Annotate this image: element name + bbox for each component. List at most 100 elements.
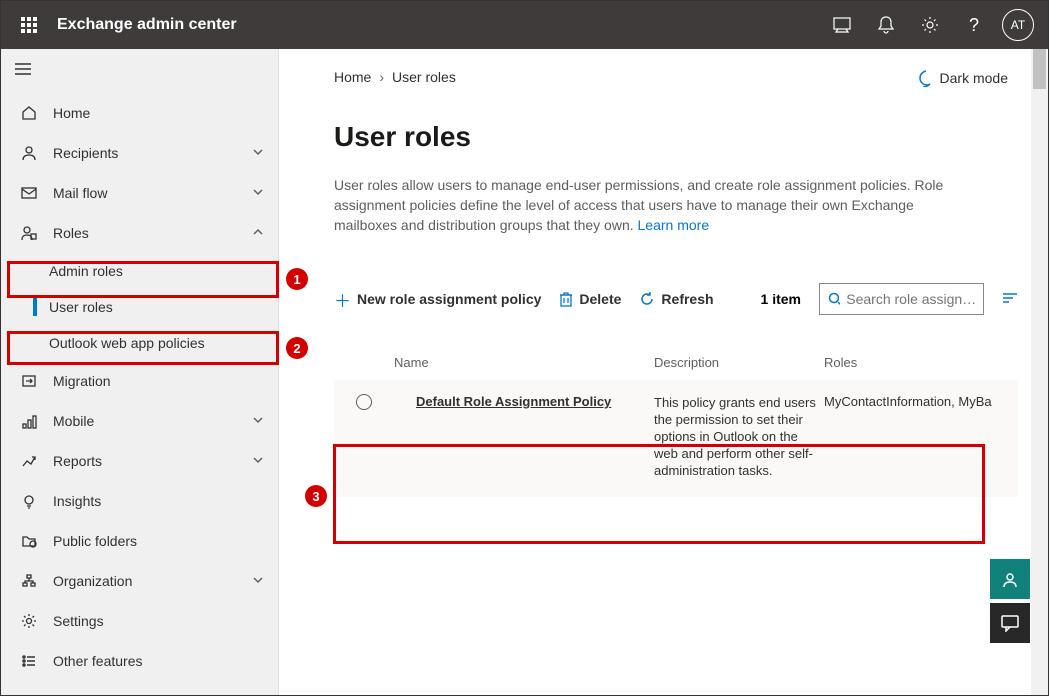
sidebar-label: Migration xyxy=(53,373,111,389)
sidebar-item-home[interactable]: Home xyxy=(1,93,278,133)
sidebar-sub-label: User roles xyxy=(49,299,113,315)
top-bar: Exchange admin center ? AT xyxy=(1,1,1048,49)
sidebar-sub-user-roles[interactable]: User roles xyxy=(1,289,278,325)
sidebar-label: Settings xyxy=(53,613,104,629)
search-box[interactable] xyxy=(819,283,984,315)
chevron-up-icon xyxy=(252,225,264,241)
person-icon xyxy=(19,143,39,163)
sidebar-label: Organization xyxy=(53,573,132,589)
help-icon[interactable]: ? xyxy=(952,3,996,47)
intro-text: User roles allow users to manage end-use… xyxy=(334,175,954,235)
sidebar-sub-admin-roles[interactable]: Admin roles xyxy=(1,253,278,289)
home-icon xyxy=(19,103,39,123)
chevron-right-icon: › xyxy=(379,69,384,85)
sidebar-item-settings[interactable]: Settings xyxy=(1,601,278,641)
sidebar-label: Insights xyxy=(53,493,101,509)
refresh-button[interactable]: Refresh xyxy=(639,291,713,307)
active-indicator xyxy=(33,298,37,316)
scrollbar[interactable] xyxy=(1031,49,1048,695)
sidebar-item-reports[interactable]: Reports xyxy=(1,441,278,481)
filter-icon[interactable] xyxy=(1002,291,1018,308)
new-policy-button[interactable]: ＋ New role assignment policy xyxy=(334,287,541,312)
user-avatar[interactable]: AT xyxy=(1002,9,1034,41)
breadcrumb-current: User roles xyxy=(392,69,456,85)
sidebar-item-mobile[interactable]: Mobile xyxy=(1,401,278,441)
feedback-fab[interactable] xyxy=(990,603,1030,643)
new-policy-label: New role assignment policy xyxy=(357,291,541,307)
sidebar-label: Reports xyxy=(53,453,102,469)
insights-icon xyxy=(19,491,39,511)
refresh-icon xyxy=(639,291,655,307)
policy-name-link[interactable]: Default Role Assignment Policy xyxy=(416,394,611,409)
sidebar-item-mailflow[interactable]: Mail flow xyxy=(1,173,278,213)
sidebar-sub-label: Outlook web app policies xyxy=(49,335,205,351)
annotation-badge-2: 2 xyxy=(286,337,308,359)
moon-icon xyxy=(914,69,932,87)
sidebar-item-roles[interactable]: Roles xyxy=(1,213,278,253)
table-row[interactable]: Default Role Assignment Policy This poli… xyxy=(334,380,1018,497)
col-name[interactable]: Name xyxy=(394,355,654,370)
annotation-badge-1: 1 xyxy=(286,268,308,290)
folder-icon xyxy=(19,531,39,551)
sidebar-item-other[interactable]: Other features xyxy=(1,641,278,681)
sidebar-label: Recipients xyxy=(53,145,118,161)
sidebar: Home Recipients Mail flow Roles Admin ro… xyxy=(1,49,279,695)
migration-icon xyxy=(19,371,39,391)
policy-roles: MyContactInformation, MyBa xyxy=(824,394,1018,479)
chevron-down-icon xyxy=(252,573,264,589)
sidebar-item-publicfolders[interactable]: Public folders xyxy=(1,521,278,561)
refresh-label: Refresh xyxy=(661,291,713,307)
gear-icon xyxy=(19,611,39,631)
avatar-initials: AT xyxy=(1011,18,1025,32)
sidebar-label: Home xyxy=(53,105,90,121)
sidebar-item-organization[interactable]: Organization xyxy=(1,561,278,601)
list-icon xyxy=(19,651,39,671)
org-icon xyxy=(19,571,39,591)
sidebar-item-insights[interactable]: Insights xyxy=(1,481,278,521)
reports-icon xyxy=(19,451,39,471)
sidebar-label: Mail flow xyxy=(53,185,107,201)
app-title: Exchange admin center xyxy=(57,16,237,34)
sidebar-sub-label: Admin roles xyxy=(49,263,123,279)
settings-gear-icon[interactable] xyxy=(908,3,952,47)
notifications-icon[interactable] xyxy=(864,3,908,47)
delete-button[interactable]: Delete xyxy=(559,291,621,307)
search-input[interactable] xyxy=(846,291,975,307)
policy-description: This policy grants end users the permiss… xyxy=(654,394,824,479)
page-title: User roles xyxy=(334,121,1018,153)
dark-mode-toggle[interactable]: Dark mode xyxy=(914,69,1008,87)
sidebar-sub-owa-policies[interactable]: Outlook web app policies xyxy=(1,325,278,361)
toolbar: ＋ New role assignment policy Delete Refr… xyxy=(334,283,1018,315)
roles-icon xyxy=(19,223,39,243)
mobile-icon xyxy=(19,411,39,431)
row-select-radio[interactable] xyxy=(356,394,372,410)
chevron-down-icon xyxy=(252,185,264,201)
sidebar-label: Roles xyxy=(53,225,89,241)
headset-icon xyxy=(1000,569,1020,589)
chevron-down-icon xyxy=(252,413,264,429)
item-count: 1 item xyxy=(761,291,801,307)
annotation-badge-3: 3 xyxy=(305,485,327,507)
breadcrumb-home[interactable]: Home xyxy=(334,69,371,85)
sidebar-label: Other features xyxy=(53,653,143,669)
col-roles[interactable]: Roles xyxy=(824,355,1018,370)
chat-icon xyxy=(1000,614,1020,632)
table-header: Name Description Roles xyxy=(334,355,1018,380)
sidebar-item-recipients[interactable]: Recipients xyxy=(1,133,278,173)
sidebar-item-migration[interactable]: Migration xyxy=(1,361,278,401)
support-fab[interactable] xyxy=(990,559,1030,599)
col-description[interactable]: Description xyxy=(654,355,824,370)
trash-icon xyxy=(559,291,573,307)
main-content: Home › User roles Dark mode User roles U… xyxy=(279,49,1048,695)
delete-label: Delete xyxy=(579,291,621,307)
search-icon xyxy=(828,292,840,306)
hamburger-icon[interactable] xyxy=(15,62,31,80)
dark-mode-label: Dark mode xyxy=(940,70,1008,86)
app-launcher-icon[interactable] xyxy=(9,5,49,45)
monitor-icon[interactable] xyxy=(820,3,864,47)
chevron-down-icon xyxy=(252,145,264,161)
plus-icon: ＋ xyxy=(334,287,351,312)
sidebar-label: Public folders xyxy=(53,533,137,549)
learn-more-link[interactable]: Learn more xyxy=(638,217,710,233)
mail-icon xyxy=(19,183,39,203)
